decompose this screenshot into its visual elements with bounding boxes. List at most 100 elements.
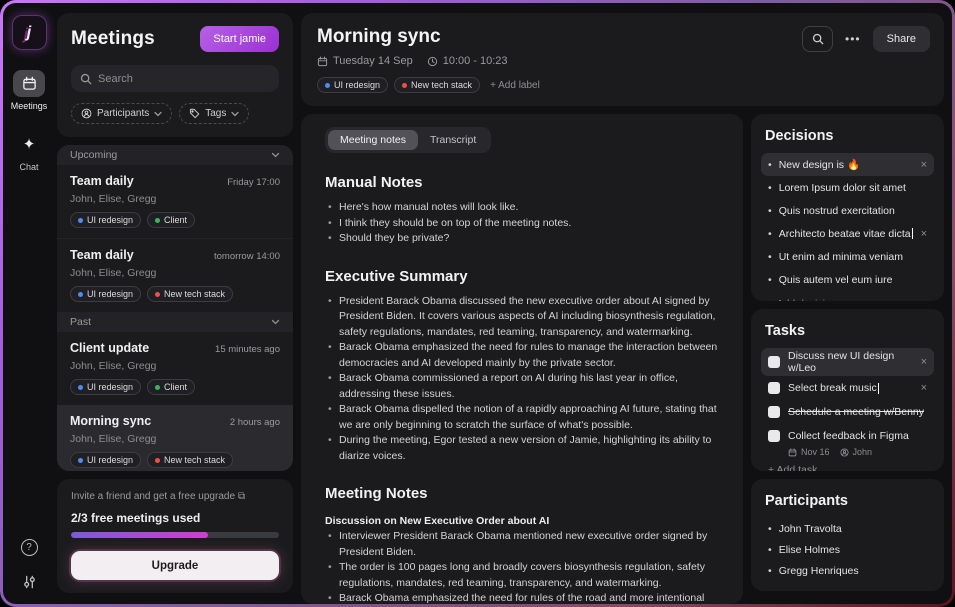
tag-chip: UI redesign <box>70 286 141 302</box>
text-cursor <box>878 383 879 394</box>
search-icon <box>812 33 824 45</box>
text-cursor <box>912 228 913 239</box>
decisions-panel: Decisions •New design is 🔥 × •Lorem Ipsu… <box>751 114 944 301</box>
icon-rail: j Meetings ✦ Chat ? <box>3 3 55 604</box>
tag-chip: New tech stack <box>147 286 233 302</box>
sidebar-top-panel: Meetings Start jamie <box>57 13 293 137</box>
calendar-icon <box>788 448 797 457</box>
decision-item[interactable]: •Architecto beatae vitae dicta × <box>761 222 934 245</box>
person-icon <box>81 108 92 119</box>
chevron-down-icon <box>154 111 162 117</box>
decision-item[interactable]: •Quis nostrud exercitation <box>761 199 934 222</box>
clock-icon <box>427 56 438 67</box>
calendar-icon <box>13 70 45 97</box>
executive-summary-list: President Barack Obama discussed the new… <box>325 294 719 465</box>
section-header-upcoming[interactable]: Upcoming <box>57 145 293 165</box>
app-window: j Meetings ✦ Chat ? <box>0 0 955 607</box>
section-header-past[interactable]: Past <box>57 312 293 332</box>
meeting-item-team-daily-1[interactable]: Team daily Friday 17:00 John, Elise, Gre… <box>57 165 293 238</box>
participant-item: •Gregg Henriques <box>761 560 934 581</box>
more-options-button[interactable]: ••• <box>845 32 861 46</box>
search-button[interactable] <box>802 26 833 52</box>
checkbox[interactable] <box>768 382 780 394</box>
meeting-time: 10:00 - 10:23 <box>427 55 508 67</box>
task-meta: Nov 16 John <box>788 447 934 457</box>
tag-chip: Client <box>147 379 195 395</box>
usage-progress-bar <box>71 532 279 538</box>
rail-label-chat: Chat <box>19 162 38 172</box>
meeting-header-panel: Morning sync Tuesday 14 Sep <box>301 13 944 106</box>
sidebar-title: Meetings <box>71 28 155 50</box>
task-item[interactable]: Discuss new UI design w/Leo × <box>761 348 934 376</box>
copy-icon[interactable]: ⧉ <box>238 491 245 502</box>
share-button[interactable]: Share <box>873 26 930 52</box>
task-item[interactable]: Select break music × <box>761 376 934 400</box>
meeting-item-morning-sync[interactable]: Morning sync 2 hours ago John, Elise, Gr… <box>57 405 293 471</box>
search-box[interactable] <box>71 65 279 92</box>
help-icon[interactable]: ? <box>21 539 38 556</box>
tab-meeting-notes[interactable]: Meeting notes <box>328 130 418 150</box>
rail-item-meetings[interactable]: Meetings <box>11 70 48 111</box>
decision-item[interactable]: •Quis autem vel eum iure <box>761 268 934 291</box>
tasks-heading: Tasks <box>765 323 930 339</box>
tag-chip: UI redesign <box>70 212 141 228</box>
decision-item[interactable]: •Lorem Ipsum dolor sit amet <box>761 176 934 199</box>
main-column: Morning sync Tuesday 14 Sep <box>293 3 952 604</box>
add-task-button[interactable]: + Add task <box>768 464 927 471</box>
section-heading-executive-summary: Executive Summary <box>325 268 719 285</box>
checkbox[interactable] <box>768 356 780 368</box>
search-input[interactable] <box>98 73 270 85</box>
tab-transcript[interactable]: Transcript <box>418 130 488 150</box>
right-column: Decisions •New design is 🔥 × •Lorem Ipsu… <box>751 114 944 604</box>
checkbox[interactable] <box>768 406 780 418</box>
tag-chip: UI redesign <box>70 379 141 395</box>
upgrade-panel: Invite a friend and get a free upgrade⧉ … <box>57 479 293 593</box>
close-icon[interactable]: × <box>915 159 927 171</box>
upgrade-button[interactable]: Upgrade <box>71 551 279 580</box>
chevron-down-icon <box>231 111 239 117</box>
meeting-item-client-update[interactable]: Client update 15 minutes ago John, Elise… <box>57 332 293 405</box>
tag-chip[interactable]: New tech stack <box>394 77 480 93</box>
usage-text: 2/3 free meetings used <box>71 511 279 525</box>
tag-chip: Client <box>147 212 195 228</box>
task-item[interactable]: Schedule a meeting w/Benny <box>761 400 934 424</box>
jamie-logo: j <box>12 15 47 50</box>
settings-sliders-icon[interactable] <box>22 574 37 590</box>
meetings-sidebar: Meetings Start jamie <box>55 3 293 604</box>
close-icon[interactable]: × <box>915 382 927 394</box>
close-icon[interactable]: × <box>915 228 927 240</box>
invite-text: Invite a friend and get a free upgrade⧉ <box>71 491 279 502</box>
notes-panel: Meeting notes Transcript Manual Notes He… <box>301 114 743 604</box>
participant-item: •Elise Holmes <box>761 539 934 560</box>
rail-item-chat[interactable]: ✦ Chat <box>13 131 45 172</box>
decision-item[interactable]: •New design is 🔥 × <box>761 153 934 176</box>
meeting-date: Tuesday 14 Sep <box>317 55 413 67</box>
section-heading-meeting-notes: Meeting Notes <box>325 485 719 502</box>
filter-tags[interactable]: Tags <box>179 103 249 124</box>
search-icon <box>80 73 92 85</box>
filter-participants[interactable]: Participants <box>71 103 172 124</box>
chevron-down-icon <box>271 319 280 325</box>
task-item[interactable]: Collect feedback in Figma <box>761 424 934 448</box>
start-jamie-button[interactable]: Start jamie <box>200 26 279 52</box>
notes-tabs: Meeting notes Transcript <box>325 127 491 153</box>
person-icon <box>840 448 849 457</box>
subheading-executive-order: Discussion on New Executive Order about … <box>325 515 719 527</box>
add-label-button[interactable]: + Add label <box>490 80 540 91</box>
decision-item[interactable]: •Ut enim ad minima veniam <box>761 245 934 268</box>
decisions-heading: Decisions <box>765 128 930 144</box>
tag-chip[interactable]: UI redesign <box>317 77 388 93</box>
meeting-item-team-daily-2[interactable]: Team daily tomorrow 14:00 John, Elise, G… <box>57 238 293 312</box>
close-icon[interactable]: × <box>915 356 927 368</box>
section-heading-manual-notes: Manual Notes <box>325 174 719 191</box>
checkbox[interactable] <box>768 430 780 442</box>
meeting-list-panel: Upcoming Team daily Friday 17:00 John, E… <box>57 145 293 471</box>
tag-chip: New tech stack <box>147 452 233 468</box>
tag-chip: UI redesign <box>70 452 141 468</box>
rail-label-meetings: Meetings <box>11 101 48 111</box>
tasks-panel: Tasks Discuss new UI design w/Leo × Sele… <box>751 309 944 471</box>
manual-notes-list: Here's how manual notes will look like. … <box>325 200 719 247</box>
task-due-date: Nov 16 <box>788 447 830 457</box>
add-decision-button[interactable]: + Add decision <box>768 298 927 301</box>
tag-icon <box>189 108 200 119</box>
